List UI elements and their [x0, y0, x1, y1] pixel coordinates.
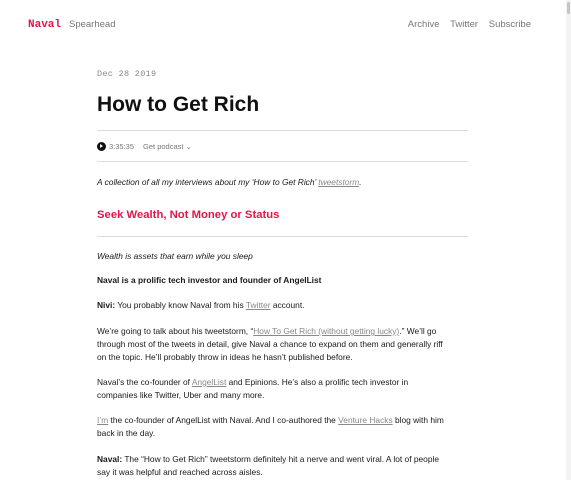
scrollbar[interactable] [566, 0, 571, 480]
paragraph-text: The “How to Get Rich” tweetstorm definit… [122, 454, 439, 464]
divider [97, 236, 468, 237]
scrollbar-thumb[interactable] [567, 2, 570, 14]
paragraph: Naval: The “How to Get Rich” tweetstorm … [97, 453, 468, 479]
paragraph-text: the co-founder of AngelList with Naval. … [108, 415, 339, 425]
paragraph-text: back in the day. [97, 427, 156, 438]
how-to-get-rich-link[interactable]: How To Get Rich (without getting lucky) [253, 326, 399, 336]
divider [97, 130, 468, 131]
angellist-link[interactable]: AngelList [192, 377, 226, 387]
paragraph-text: through most of the tweets in detail, gi… [97, 338, 443, 349]
get-podcast-label: Get podcast [143, 141, 184, 151]
paragraph-text: .” We’ll go [399, 326, 437, 336]
brand-logo[interactable]: Naval [28, 19, 61, 31]
paragraph: I’m the co-founder of AngelList with Nav… [97, 414, 468, 440]
section-heading: Seek Wealth, Not Money or Status [97, 209, 280, 221]
speaker-label: Nivi: [97, 300, 116, 310]
paragraph-text: say it was helpful and reached across ai… [97, 466, 263, 477]
nav-subscribe-link[interactable]: Subscribe [489, 19, 531, 30]
audio-player: 3:35:35 Get podcast ⌄ [97, 140, 192, 152]
paragraph: Naval’s the co-founder of AngelList and … [97, 376, 468, 402]
nav-archive-link[interactable]: Archive [408, 19, 440, 30]
intro-text: A collection of all my interviews about … [97, 177, 319, 187]
tweetstorm-link[interactable]: tweetstorm [318, 177, 359, 187]
tagline: Wealth is assets that earn while you sle… [97, 251, 253, 261]
paragraph-text: You probably know Naval from his [115, 300, 246, 310]
nivi-link[interactable]: I’m [97, 415, 108, 425]
paragraph-text: We’re going to talk about his tweetstorm… [97, 326, 254, 336]
paragraph-text: blog with him [392, 415, 444, 425]
venture-hacks-link[interactable]: Venture Hacks [338, 415, 392, 425]
nav-twitter-link[interactable]: Twitter [450, 19, 478, 30]
site-name-link[interactable]: Spearhead [69, 19, 115, 30]
paragraph: Nivi: You probably know Naval from his T… [97, 299, 468, 312]
post-date: Dec 28 2019 [97, 69, 157, 79]
paragraph-text: account. [270, 300, 305, 310]
intro-end: . [359, 177, 362, 187]
site-header: Naval Spearhead Archive Twitter Subscrib… [0, 0, 571, 50]
paragraph: We’re going to talk about his tweetstorm… [97, 325, 468, 364]
paragraph-text: and Epinions. He’s also a prolific tech … [226, 377, 409, 387]
paragraph-text: on the topic. He’ll probably throw in id… [97, 351, 353, 362]
top-nav: Archive Twitter Subscribe [400, 19, 531, 30]
divider [97, 161, 468, 162]
chevron-down-icon: ⌄ [185, 141, 192, 151]
twitter-link[interactable]: Twitter [246, 300, 271, 310]
audio-duration: 3:35:35 [109, 141, 135, 151]
intro-paragraph: A collection of all my interviews about … [97, 176, 468, 189]
paragraph-text: Naval’s the co-founder of [97, 377, 192, 387]
paragraph-text: companies like Twitter, Uber and many mo… [97, 389, 265, 400]
subheading: Naval is a prolific tech investor and fo… [97, 275, 322, 285]
get-podcast-button[interactable]: Get podcast ⌄ [143, 142, 192, 151]
speaker-label: Naval: [97, 454, 123, 464]
page-title: How to Get Rich [97, 93, 260, 116]
play-icon[interactable] [97, 141, 106, 151]
